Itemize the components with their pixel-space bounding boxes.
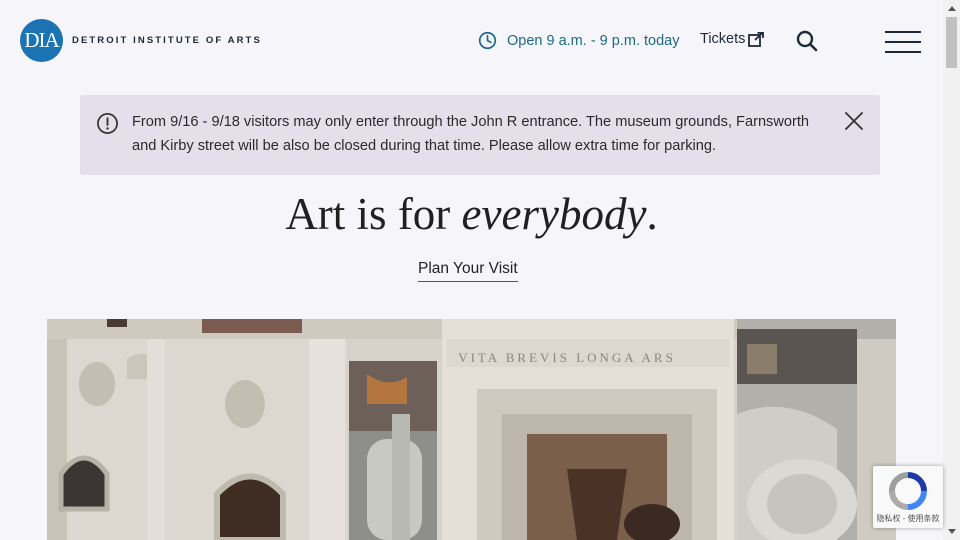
alert-message: From 9/16 - 9/18 visitors may only enter… [132, 114, 810, 154]
headline-prefix: Art is for [285, 189, 451, 239]
headline-emphasis: everybody [461, 189, 647, 239]
close-icon[interactable] [844, 111, 864, 131]
recaptcha-terms[interactable]: 隐私权 - 使用条款 [873, 513, 943, 524]
logo-mark: DIA [20, 19, 63, 62]
headline-suffix: . [646, 189, 658, 239]
recaptcha-icon [889, 472, 927, 510]
alert-circle-icon [97, 113, 118, 134]
page: DIA DETROIT INSTITUTE OF ARTS Open 9 a.m… [0, 0, 943, 540]
alert-banner: From 9/16 - 9/18 visitors may only enter… [80, 95, 880, 175]
hours-link[interactable]: Open 9 a.m. - 9 p.m. today [478, 31, 679, 50]
plan-your-visit-link[interactable]: Plan Your Visit [418, 260, 518, 282]
search-icon [796, 30, 818, 52]
tickets-label: Tickets [700, 31, 746, 47]
page-headline: Art is for everybody. [0, 186, 943, 242]
clock-icon [478, 31, 497, 50]
scroll-down-arrow-icon[interactable] [943, 523, 960, 540]
scroll-thumb[interactable] [946, 17, 957, 68]
logo-text: DETROIT INSTITUTE OF ARTS [72, 35, 262, 46]
scroll-up-arrow-icon[interactable] [943, 0, 960, 17]
recaptcha-badge[interactable]: 隐私权 - 使用条款 [873, 466, 943, 528]
tickets-link[interactable]: Tickets [700, 31, 765, 47]
hamburger-menu-icon[interactable] [885, 31, 921, 53]
scrollbar[interactable] [943, 0, 960, 540]
external-link-icon [748, 31, 765, 47]
hours-text: Open 9 a.m. - 9 p.m. today [507, 32, 680, 49]
dia-logo[interactable]: DIA DETROIT INSTITUTE OF ARTS [20, 19, 262, 62]
search-button[interactable] [796, 30, 818, 52]
carved-inscription: VITA BREVIS LONGA ARS [458, 350, 676, 365]
hero-image-museum-courtyard: VITA BREVIS LONGA ARS [47, 319, 896, 540]
